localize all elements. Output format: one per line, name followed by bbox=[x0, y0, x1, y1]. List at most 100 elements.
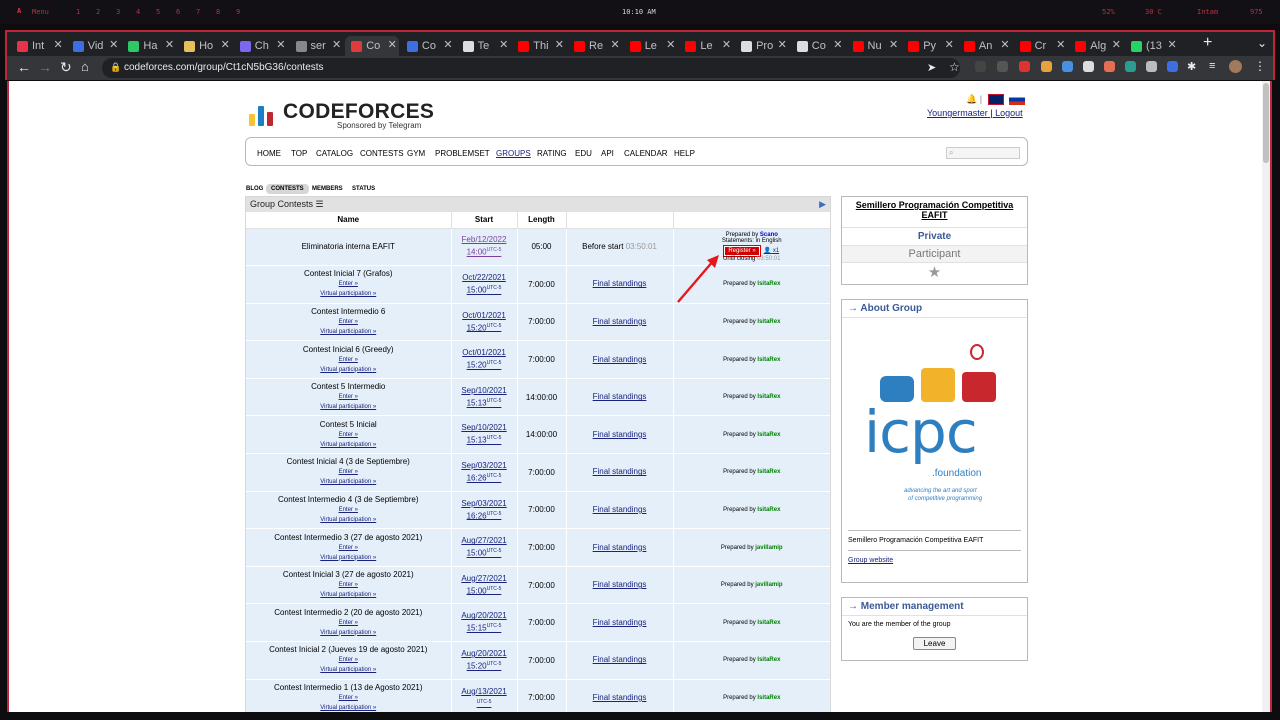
tab-close-icon[interactable]: ✕ bbox=[610, 38, 619, 51]
tab-close-icon[interactable]: ✕ bbox=[388, 38, 397, 51]
subnav-contests[interactable]: CONTESTS bbox=[266, 184, 309, 194]
author-link[interactable]: javillamip bbox=[755, 545, 782, 551]
author-link[interactable]: IsitaRex bbox=[757, 469, 780, 475]
workspace-8[interactable]: 8 bbox=[216, 8, 220, 16]
start-time-link[interactable]: 15:15UTC-5 bbox=[454, 621, 515, 634]
browser-menu-icon[interactable]: ⋮ bbox=[1254, 59, 1266, 73]
tab-close-icon[interactable]: ✕ bbox=[778, 38, 787, 51]
start-time-link[interactable]: 15:00UTC-5 bbox=[454, 283, 515, 296]
expand-arrow-icon[interactable]: ▶ bbox=[819, 199, 826, 210]
browser-tab[interactable]: Int ✕ bbox=[11, 36, 65, 56]
nav-api[interactable]: API bbox=[601, 149, 614, 158]
bell-icon[interactable]: 🔔 bbox=[966, 94, 977, 104]
final-standings-link[interactable]: Final standings bbox=[569, 580, 671, 590]
final-standings-link[interactable]: Final standings bbox=[569, 543, 671, 553]
workspace-2[interactable]: 2 bbox=[96, 8, 100, 16]
leave-button[interactable]: Leave bbox=[912, 637, 957, 650]
tab-close-icon[interactable]: ✕ bbox=[499, 38, 508, 51]
start-date-link[interactable]: Aug/20/2021 bbox=[454, 611, 515, 621]
enter-link[interactable]: Enter » bbox=[248, 505, 449, 515]
start-time-link[interactable]: 16:26UTC-5 bbox=[454, 509, 515, 522]
start-date-link[interactable]: Aug/20/2021 bbox=[454, 649, 515, 659]
browser-tab[interactable]: ser ✕ bbox=[290, 36, 344, 56]
author-link[interactable]: IsitaRex bbox=[757, 695, 780, 701]
browser-tab[interactable]: Py ✕ bbox=[902, 36, 956, 56]
extension-icon-7[interactable] bbox=[1104, 61, 1115, 72]
browser-tab[interactable]: Alg ✕ bbox=[1069, 36, 1123, 56]
extension-icon-3[interactable] bbox=[1019, 61, 1030, 72]
browser-tab[interactable]: Thi ✕ bbox=[512, 36, 566, 56]
browser-tab[interactable]: Co ✕ bbox=[345, 36, 399, 56]
start-date-link[interactable]: Sep/10/2021 bbox=[454, 386, 515, 396]
start-date-link[interactable]: Feb/12/2022 bbox=[454, 235, 515, 245]
virtual-participation-link[interactable]: Virtual participation » bbox=[248, 327, 449, 337]
os-logo-icon[interactable]: A bbox=[17, 7, 21, 15]
url-bar[interactable]: 🔒 codeforces.com/group/Ct1cN5bG36/contes… bbox=[102, 58, 960, 78]
search-input[interactable]: ⌕ bbox=[946, 147, 1020, 159]
extension-icon-6[interactable] bbox=[1083, 61, 1094, 72]
start-time-link[interactable]: 16:26UTC-5 bbox=[454, 471, 515, 484]
author-link[interactable]: IsitaRex bbox=[757, 319, 780, 325]
back-icon[interactable]: ← bbox=[17, 59, 31, 75]
enter-link[interactable]: Enter » bbox=[248, 392, 449, 402]
enter-link[interactable]: Enter » bbox=[248, 317, 449, 327]
enter-link[interactable]: Enter » bbox=[248, 279, 449, 289]
nav-top[interactable]: TOP bbox=[291, 149, 307, 158]
nav-catalog[interactable]: CATALOG bbox=[316, 149, 353, 158]
workspace-7[interactable]: 7 bbox=[196, 8, 200, 16]
register-button[interactable]: Register » bbox=[723, 244, 761, 257]
reload-icon[interactable]: ↻ bbox=[60, 59, 72, 76]
extension-icon-9[interactable] bbox=[1146, 61, 1157, 72]
start-time-link[interactable]: 15:13UTC-5 bbox=[454, 433, 515, 446]
tab-close-icon[interactable]: ✕ bbox=[945, 38, 954, 51]
username-link[interactable]: Youngermaster bbox=[927, 108, 988, 118]
start-time-link[interactable]: 15:20UTC-5 bbox=[454, 659, 515, 672]
final-standings-link[interactable]: Final standings bbox=[569, 693, 671, 703]
tab-close-icon[interactable]: ✕ bbox=[1056, 38, 1065, 51]
browser-tab[interactable]: Le ✕ bbox=[679, 36, 733, 56]
english-flag-icon[interactable] bbox=[987, 94, 1004, 106]
codeforces-logo[interactable]: CODEFORCES Sponsored by Telegram bbox=[247, 98, 437, 132]
nav-calendar[interactable]: CALENDAR bbox=[624, 149, 668, 158]
send-icon[interactable]: ➤ bbox=[927, 61, 936, 74]
browser-tab[interactable]: Re ✕ bbox=[568, 36, 622, 56]
start-time-link[interactable]: 15:13UTC-5 bbox=[454, 396, 515, 409]
virtual-participation-link[interactable]: Virtual participation » bbox=[248, 553, 449, 563]
start-time-link[interactable]: UTC-5 bbox=[454, 697, 515, 710]
final-standings-link[interactable]: Final standings bbox=[569, 430, 671, 440]
browser-tab[interactable]: Vid ✕ bbox=[67, 36, 121, 56]
enter-link[interactable]: Enter » bbox=[248, 655, 449, 665]
author-link[interactable]: IsitaRex bbox=[757, 432, 780, 438]
start-time-link[interactable]: 15:00UTC-5 bbox=[454, 546, 515, 559]
final-standings-link[interactable]: Final standings bbox=[569, 317, 671, 327]
enter-link[interactable]: Enter » bbox=[248, 693, 449, 703]
subnav-status[interactable]: STATUS bbox=[347, 184, 380, 194]
final-standings-link[interactable]: Final standings bbox=[569, 279, 671, 289]
enter-link[interactable]: Enter » bbox=[248, 355, 449, 365]
extension-icon-4[interactable] bbox=[1041, 61, 1052, 72]
virtual-participation-link[interactable]: Virtual participation » bbox=[248, 289, 449, 299]
browser-tab[interactable]: Co ✕ bbox=[401, 36, 455, 56]
tab-close-icon[interactable]: ✕ bbox=[555, 38, 564, 51]
browser-tab[interactable]: An ✕ bbox=[958, 36, 1012, 56]
tab-close-icon[interactable]: ✕ bbox=[1167, 38, 1176, 51]
workspace-4[interactable]: 4 bbox=[136, 8, 140, 16]
extensions-puzzle-icon[interactable]: ✱ bbox=[1187, 60, 1196, 73]
workspace-6[interactable]: 6 bbox=[176, 8, 180, 16]
nav-home[interactable]: HOME bbox=[257, 149, 281, 158]
virtual-participation-link[interactable]: Virtual participation » bbox=[248, 628, 449, 638]
favorite-star-icon[interactable]: ★ bbox=[842, 263, 1027, 281]
start-date-link[interactable]: Oct/01/2021 bbox=[454, 311, 515, 321]
nav-rating[interactable]: RATING bbox=[537, 149, 567, 158]
tab-close-icon[interactable]: ✕ bbox=[276, 38, 285, 51]
start-time-link[interactable]: 14:00UTC-5 bbox=[454, 245, 515, 258]
tab-close-icon[interactable]: ✕ bbox=[53, 38, 62, 51]
enter-link[interactable]: Enter » bbox=[248, 543, 449, 553]
forward-icon[interactable]: → bbox=[38, 59, 52, 75]
virtual-participation-link[interactable]: Virtual participation » bbox=[248, 703, 449, 712]
start-date-link[interactable]: Oct/22/2021 bbox=[454, 273, 515, 283]
start-date-link[interactable]: Oct/01/2021 bbox=[454, 348, 515, 358]
start-date-link[interactable]: Sep/10/2021 bbox=[454, 423, 515, 433]
enter-link[interactable]: Enter » bbox=[248, 580, 449, 590]
group-name-link[interactable]: Semillero Programación Competitiva EAFIT bbox=[842, 197, 1027, 228]
